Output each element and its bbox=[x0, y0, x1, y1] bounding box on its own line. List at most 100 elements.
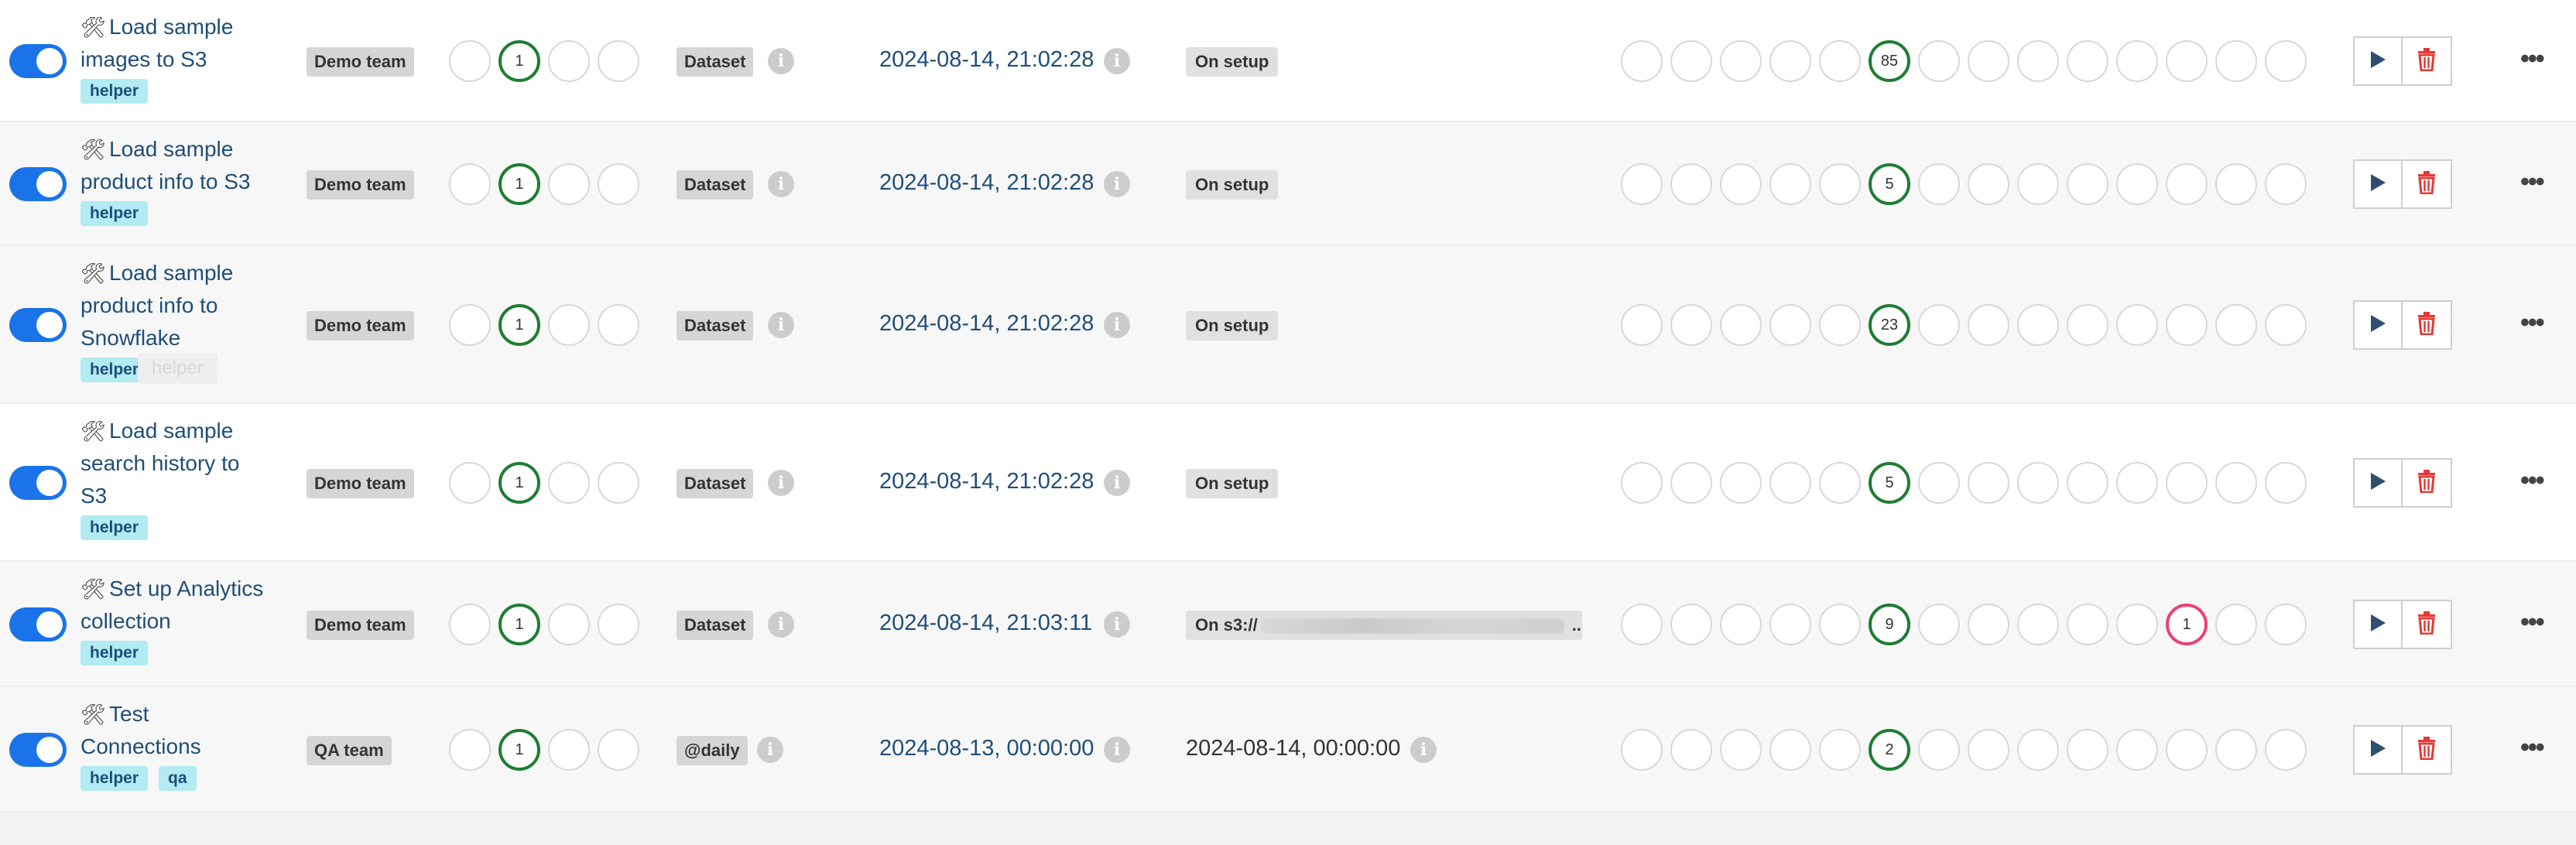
delete-dag-button[interactable] bbox=[2403, 36, 2452, 86]
pause-toggle[interactable] bbox=[9, 167, 67, 201]
task-state-circle[interactable] bbox=[2215, 462, 2257, 504]
next-dataset-badge[interactable]: On s3://... bbox=[1186, 611, 1582, 640]
trigger-dag-button[interactable] bbox=[2353, 458, 2403, 508]
task-state-circle[interactable] bbox=[1621, 604, 1663, 645]
run-status-circle[interactable] bbox=[598, 163, 639, 205]
task-state-circle[interactable] bbox=[2017, 604, 2059, 645]
info-icon[interactable]: i bbox=[1104, 737, 1130, 763]
info-icon[interactable]: i bbox=[1104, 171, 1130, 197]
run-status-circle[interactable] bbox=[449, 462, 491, 504]
pause-toggle[interactable] bbox=[9, 308, 67, 342]
task-state-circle[interactable] bbox=[1720, 462, 1762, 504]
run-status-circle[interactable] bbox=[598, 462, 639, 504]
task-state-circle[interactable] bbox=[2166, 462, 2208, 504]
trigger-dag-button[interactable] bbox=[2353, 300, 2403, 350]
task-state-circle[interactable] bbox=[2116, 729, 2158, 771]
last-run-link[interactable]: 2024-08-14, 21:02:28 bbox=[879, 469, 1094, 494]
info-icon[interactable]: i bbox=[768, 470, 794, 496]
delete-dag-button[interactable] bbox=[2403, 600, 2452, 649]
info-icon[interactable]: i bbox=[1104, 470, 1130, 496]
delete-dag-button[interactable] bbox=[2403, 458, 2452, 508]
task-state-circle[interactable] bbox=[2017, 304, 2059, 346]
task-state-circle[interactable] bbox=[1819, 729, 1861, 771]
task-state-circle[interactable] bbox=[1769, 462, 1811, 504]
task-state-circle[interactable] bbox=[1968, 40, 2009, 82]
task-state-circle[interactable] bbox=[2017, 462, 2059, 504]
run-status-circle[interactable] bbox=[449, 304, 491, 346]
run-status-circle[interactable]: 1 bbox=[498, 40, 540, 82]
run-status-circle[interactable] bbox=[548, 304, 590, 346]
pause-toggle[interactable] bbox=[9, 44, 67, 78]
task-state-circle[interactable] bbox=[1918, 163, 1960, 205]
run-status-circle[interactable]: 1 bbox=[498, 304, 540, 346]
task-state-circle[interactable] bbox=[2017, 729, 2059, 771]
delete-dag-button[interactable] bbox=[2403, 159, 2452, 209]
info-icon[interactable]: i bbox=[768, 312, 794, 338]
task-state-circle[interactable] bbox=[2215, 40, 2257, 82]
pause-toggle[interactable] bbox=[9, 466, 67, 500]
task-state-circle[interactable] bbox=[2116, 462, 2158, 504]
owner-badge[interactable]: QA team bbox=[307, 736, 392, 765]
task-state-circle[interactable] bbox=[2116, 40, 2158, 82]
trigger-dag-button[interactable] bbox=[2353, 36, 2403, 86]
last-run-link[interactable]: 2024-08-14, 21:02:28 bbox=[879, 47, 1094, 73]
task-state-circle[interactable] bbox=[2017, 163, 2059, 205]
task-state-circle[interactable] bbox=[2166, 304, 2208, 346]
pause-toggle[interactable] bbox=[9, 607, 67, 641]
dag-title-link[interactable]: 🛠 Test Connections bbox=[80, 698, 289, 763]
task-state-circle[interactable] bbox=[1621, 304, 1663, 346]
owner-badge[interactable]: Demo team bbox=[307, 469, 414, 498]
task-state-circle[interactable] bbox=[2067, 163, 2108, 205]
task-state-circle[interactable] bbox=[2166, 729, 2208, 771]
task-state-circle[interactable] bbox=[1621, 40, 1663, 82]
run-status-circle[interactable]: 1 bbox=[498, 462, 540, 504]
task-state-circle[interactable] bbox=[1621, 729, 1663, 771]
tag-badge[interactable]: helper bbox=[80, 641, 149, 665]
task-state-circle[interactable] bbox=[1720, 40, 1762, 82]
task-state-circle[interactable] bbox=[2215, 604, 2257, 645]
task-state-circle[interactable] bbox=[1819, 462, 1861, 504]
task-state-circle[interactable] bbox=[1819, 604, 1861, 645]
task-state-circle[interactable] bbox=[2215, 729, 2257, 771]
dag-title-link[interactable]: 🛠 Load sample search history to S3 bbox=[80, 415, 289, 512]
info-icon[interactable]: i bbox=[768, 611, 794, 638]
task-state-circle[interactable] bbox=[2166, 163, 2208, 205]
task-state-circle[interactable] bbox=[2265, 462, 2307, 504]
task-state-circle[interactable] bbox=[1769, 729, 1811, 771]
task-state-circle[interactable]: 2 bbox=[1869, 729, 1910, 771]
task-state-circle[interactable]: 9 bbox=[1869, 604, 1910, 645]
owner-badge[interactable]: Demo team bbox=[307, 170, 414, 200]
more-horizontal-icon[interactable]: ••• bbox=[2520, 167, 2545, 197]
task-state-circle[interactable] bbox=[1670, 304, 1712, 346]
owner-badge[interactable]: Demo team bbox=[307, 611, 414, 640]
info-icon[interactable]: i bbox=[1104, 48, 1130, 74]
run-status-circle[interactable] bbox=[548, 729, 590, 771]
task-state-circle[interactable] bbox=[1670, 163, 1712, 205]
task-state-circle[interactable] bbox=[2067, 604, 2108, 645]
pause-toggle[interactable] bbox=[9, 733, 67, 767]
trigger-dag-button[interactable] bbox=[2353, 600, 2403, 649]
run-status-circle[interactable] bbox=[598, 304, 639, 346]
tag-badge[interactable]: helper bbox=[80, 201, 149, 226]
task-state-circle[interactable] bbox=[1769, 163, 1811, 205]
trigger-dag-button[interactable] bbox=[2353, 159, 2403, 209]
task-state-circle[interactable] bbox=[1720, 304, 1762, 346]
task-state-circle[interactable] bbox=[2265, 604, 2307, 645]
task-state-circle[interactable] bbox=[2017, 40, 2059, 82]
run-status-circle[interactable]: 1 bbox=[498, 604, 540, 645]
info-icon[interactable]: i bbox=[1104, 611, 1130, 638]
run-status-circle[interactable] bbox=[598, 729, 639, 771]
info-icon[interactable]: i bbox=[757, 737, 783, 763]
task-state-circle[interactable] bbox=[1670, 729, 1712, 771]
task-state-circle[interactable] bbox=[1819, 304, 1861, 346]
task-state-circle[interactable] bbox=[1918, 462, 1960, 504]
task-state-circle[interactable] bbox=[2215, 304, 2257, 346]
task-state-circle[interactable] bbox=[1670, 604, 1712, 645]
task-state-circle[interactable] bbox=[1968, 304, 2009, 346]
task-state-circle[interactable] bbox=[1968, 462, 2009, 504]
trigger-dag-button[interactable] bbox=[2353, 725, 2403, 775]
task-state-circle[interactable] bbox=[2067, 729, 2108, 771]
task-state-circle[interactable]: 1 bbox=[2166, 604, 2208, 645]
dag-title-link[interactable]: 🛠 Load sample images to S3 bbox=[80, 11, 289, 76]
tag-badge[interactable]: qa bbox=[159, 766, 197, 791]
